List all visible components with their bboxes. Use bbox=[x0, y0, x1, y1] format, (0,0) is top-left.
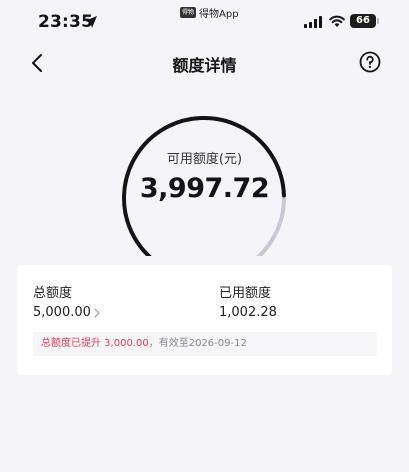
battery-level: 66 bbox=[350, 14, 376, 28]
credit-increase-notice: 总额度已提升 3,000.00，有效至2026-09-12 bbox=[33, 332, 377, 356]
chevron-right-icon[interactable] bbox=[93, 308, 101, 318]
credit-detail-screen: 23:35 得物 得物App 66 额度详情 可用额度(元) 3,997.72 … bbox=[0, 0, 409, 472]
location-arrow-icon bbox=[85, 16, 97, 28]
available-credit-label: 可用额度(元) bbox=[166, 152, 243, 167]
gauge-used-arc bbox=[256, 193, 286, 256]
available-credit-value: 3,997.72 bbox=[139, 173, 270, 204]
help-icon[interactable] bbox=[359, 51, 381, 73]
used-credit-label: 已用额度 bbox=[219, 286, 272, 301]
wifi-icon bbox=[329, 15, 345, 27]
used-credit-value: 1,002.28 bbox=[219, 305, 277, 320]
status-bar: 23:35 得物 得物App 66 bbox=[0, 0, 409, 44]
app-badge-icon: 得物 bbox=[180, 6, 196, 18]
notice-expiry: ，有效至2026-09-12 bbox=[148, 338, 247, 349]
back-to-app-label: 得物App bbox=[199, 8, 239, 20]
total-credit-value[interactable]: 5,000.00 bbox=[33, 305, 91, 320]
credit-summary-card: 总额度 5,000.00 已用额度 1,002.28 总额度已提升 3,000.… bbox=[17, 265, 392, 375]
battery-tip bbox=[377, 18, 379, 24]
page-title: 额度详情 bbox=[172, 56, 237, 75]
cellular-signal-icon bbox=[304, 16, 322, 28]
total-credit-label: 总额度 bbox=[33, 286, 73, 301]
notice-highlight: 总额度已提升 3,000.00 bbox=[41, 338, 149, 349]
back-to-app-link[interactable]: 得物 得物App bbox=[180, 5, 239, 20]
